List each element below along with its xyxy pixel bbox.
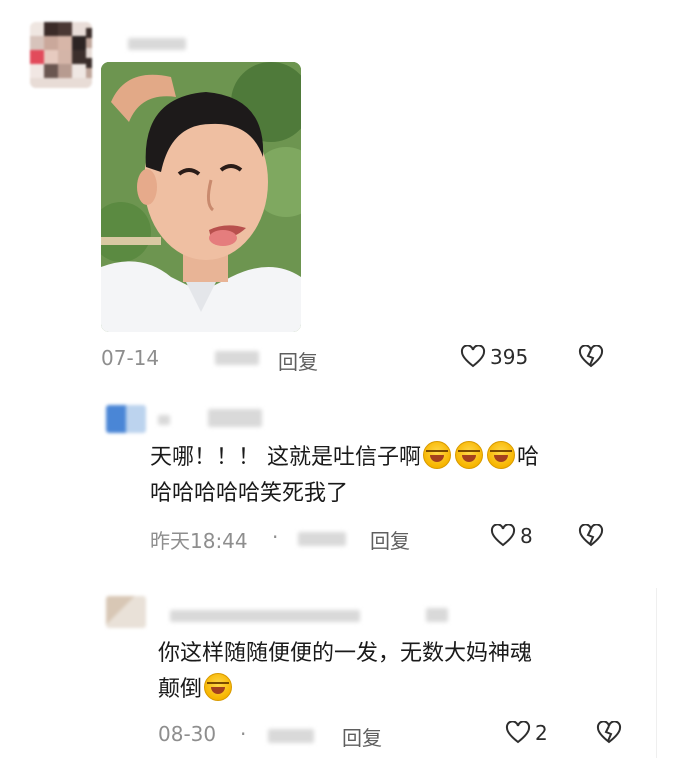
comment-2-dislike-button[interactable] xyxy=(596,721,622,745)
comment-2-reply-button[interactable]: 回复 xyxy=(342,722,382,751)
comment-2-date: 08-30 xyxy=(158,722,217,746)
comment-2-username-redacted-2 xyxy=(426,608,448,622)
broken-heart-icon xyxy=(578,345,604,369)
comment-2-like-button[interactable]: 2 xyxy=(505,721,548,745)
comment-2-like-count: 2 xyxy=(535,721,548,745)
comment-1-line2: 哈哈哈哈哈笑死我了 xyxy=(150,481,349,506)
comment-1-line1-tail: 哈 xyxy=(517,445,540,470)
comment-2-line2: 颠倒 xyxy=(158,677,203,702)
photo-illustration xyxy=(101,62,301,332)
comment-1-line1: 天哪！！！ 这就是吐信子啊 xyxy=(150,445,421,470)
comment-1-avatar[interactable] xyxy=(106,405,146,433)
comment-2-text: 你这样随随便便的一发，无数大妈神魂 颠倒 xyxy=(158,636,648,708)
post-reply-button[interactable]: 回复 xyxy=(278,346,318,375)
broken-heart-icon xyxy=(578,524,604,548)
post-like-button[interactable]: 395 xyxy=(460,345,528,369)
rofl-emoji-icon xyxy=(487,441,515,469)
comment-1-text: 天哪！！！ 这就是吐信子啊 哈 哈哈哈哈哈笑死我了 xyxy=(150,440,620,512)
comment-2-dot: · xyxy=(240,722,247,746)
comment-2-username-redacted xyxy=(170,610,360,622)
rofl-emoji-icon xyxy=(423,441,451,469)
comment-1-like-button[interactable]: 8 xyxy=(490,524,533,548)
heart-icon xyxy=(505,721,531,745)
post-dislike-button[interactable] xyxy=(578,345,604,369)
avatar[interactable] xyxy=(30,22,92,88)
comment-1-time: 昨天18:44 xyxy=(150,529,248,553)
rofl-emoji-icon xyxy=(455,441,483,469)
comment-2-location-redacted xyxy=(268,729,314,743)
comment-1-username-redacted xyxy=(158,415,170,425)
rofl-emoji-icon xyxy=(204,673,233,701)
comment-1-reply-button[interactable]: 回复 xyxy=(370,525,410,554)
location-redacted xyxy=(215,351,259,365)
comment-1-username-redacted-2 xyxy=(208,409,262,427)
post-like-count: 395 xyxy=(490,345,529,369)
divider xyxy=(656,588,657,758)
heart-icon xyxy=(490,524,516,548)
broken-heart-icon xyxy=(596,721,622,745)
comment-2-line1: 你这样随随便便的一发，无数大妈神魂 xyxy=(158,641,533,666)
comment-1-dot: · xyxy=(272,525,279,549)
username-redacted xyxy=(128,38,186,50)
comment-1-location-redacted xyxy=(298,532,346,546)
heart-icon xyxy=(460,345,486,369)
comment-1-like-count: 8 xyxy=(520,524,533,548)
comment-1-dislike-button[interactable] xyxy=(578,524,604,548)
post-photo[interactable] xyxy=(101,62,301,332)
comment-2-avatar[interactable] xyxy=(106,596,146,628)
post-date: 07-14 xyxy=(101,346,160,370)
